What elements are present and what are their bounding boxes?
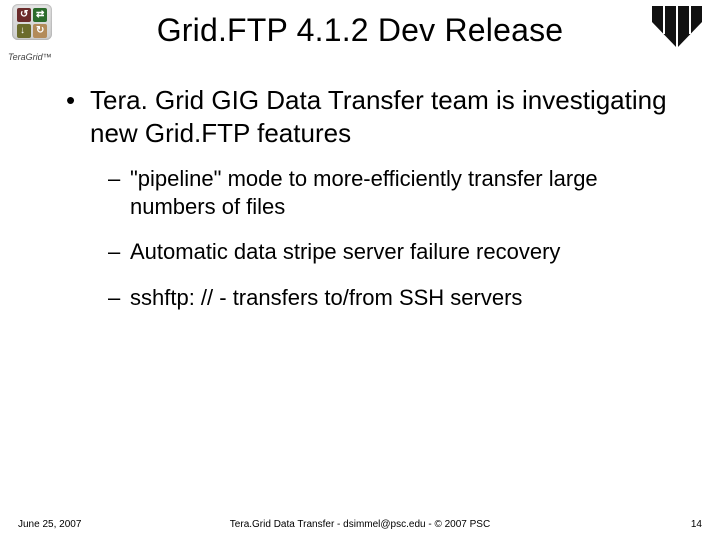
header: ↺ ⇄ ↓ ↻ TeraGrid™ Grid.FTP 4.1.2 Dev Rel… — [0, 0, 720, 60]
bullet-level2: sshftp: // - transfers to/from SSH serve… — [60, 284, 680, 312]
footer: June 25, 2007 Tera.Grid Data Transfer - … — [0, 512, 720, 530]
slide-number: 14 — [691, 519, 702, 530]
bullet-text: "pipeline" mode to more-efficiently tran… — [130, 166, 598, 219]
slide-title: Grid.FTP 4.1.2 Dev Release — [0, 12, 720, 49]
psc-shield-icon — [650, 4, 704, 50]
content-area: Tera. Grid GIG Data Transfer team is inv… — [60, 84, 680, 329]
bullet-level2: "pipeline" mode to more-efficiently tran… — [60, 165, 680, 220]
bullet-text: Automatic data stripe server failure rec… — [130, 239, 560, 264]
bullet-level2: Automatic data stripe server failure rec… — [60, 238, 680, 266]
slide: ↺ ⇄ ↓ ↻ TeraGrid™ Grid.FTP 4.1.2 Dev Rel… — [0, 0, 720, 540]
bullet-text: Tera. Grid GIG Data Transfer team is inv… — [90, 85, 667, 148]
teragrid-logo-text: TeraGrid™ — [8, 52, 52, 62]
bullet-text: sshftp: // - transfers to/from SSH serve… — [130, 285, 522, 310]
footer-center-text: Tera.Grid Data Transfer - dsimmel@psc.ed… — [0, 519, 720, 530]
bullet-level1: Tera. Grid GIG Data Transfer team is inv… — [60, 84, 680, 149]
